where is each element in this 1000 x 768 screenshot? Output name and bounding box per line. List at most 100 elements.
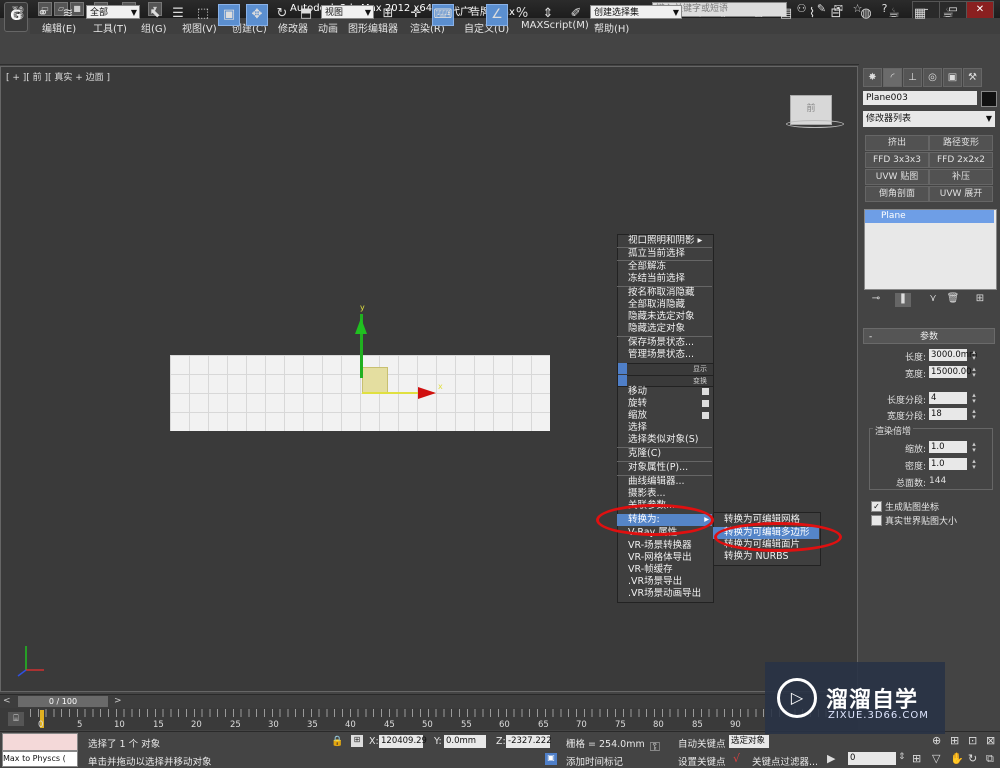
qm-move-settings-icon[interactable] — [702, 388, 709, 395]
qm-select-similar[interactable]: 选择类似对象(S) — [617, 434, 712, 446]
select-and-move-icon[interactable]: ✥ — [246, 4, 268, 26]
viewport-label[interactable]: [ + ][ 前 ][ 真实 + 边面 ] — [6, 70, 110, 83]
render-setup-icon[interactable]: ☕ — [884, 4, 904, 24]
set-key-button[interactable]: 设置关键点 — [678, 754, 726, 768]
absolute-mode-icon[interactable]: ⊞ — [351, 735, 363, 747]
window-crossing-icon[interactable]: ▣ — [218, 4, 240, 26]
maxscript-output[interactable]: Max to Physcs ( — [2, 751, 78, 767]
object-name-field[interactable]: Plane003 — [863, 91, 977, 105]
real-world-checkbox[interactable] — [871, 515, 882, 526]
qm-vr-scene-converter[interactable]: VR-场景转换器 — [617, 540, 712, 552]
qm-curve-editor[interactable]: 曲线编辑器... — [617, 476, 712, 488]
selection-filter-dropdown[interactable]: 全部 ▼ — [86, 5, 140, 19]
modifier-list-dropdown[interactable]: 修改器列表 ▼ — [863, 111, 995, 127]
zoom-extents-icon[interactable]: ⊡ — [968, 734, 977, 747]
key-icon[interactable]: ⚿ — [650, 740, 660, 755]
zoom-extents-all-icon[interactable]: ⊠ — [986, 734, 995, 747]
add-time-tag[interactable]: 添加时间标记 — [566, 754, 623, 768]
move-gizmo-plane-handle[interactable] — [362, 367, 388, 393]
modifier-stack-item[interactable]: Plane — [865, 210, 994, 223]
utilities-tab-icon[interactable]: ⚒ — [963, 68, 982, 87]
keyboard-shortcut-override-icon[interactable]: ⌨ — [432, 4, 454, 26]
qm-unhide-all[interactable]: 全部取消隐藏 — [617, 299, 712, 311]
schematic-view-icon[interactable]: ⊟ — [826, 4, 846, 24]
z-coordinate-field[interactable]: -2327.222 — [506, 735, 552, 748]
qm-object-properties[interactable]: 对象属性(P)... — [617, 462, 712, 474]
pan-icon[interactable]: ✋ — [950, 752, 964, 765]
make-unique-icon[interactable]: ⋎ — [925, 293, 941, 307]
qm-freeze-selection[interactable]: 冻结当前选择 — [617, 273, 712, 285]
pivot-center-icon[interactable]: ⊞ — [378, 4, 398, 24]
density-spinner[interactable]: ▴ ▾ — [971, 458, 977, 471]
qm-unhide-by-name[interactable]: 按名称取消隐藏 — [617, 287, 712, 299]
modifier-button-extrude[interactable]: 挤出 — [865, 135, 929, 151]
time-next-icon[interactable]: > — [114, 696, 122, 706]
unlink-icon[interactable]: ⚭ — [33, 4, 53, 24]
time-slider-thumb[interactable]: 0 / 100 — [18, 696, 108, 707]
motion-tab-icon[interactable]: ◎ — [923, 68, 942, 87]
qm-save-scene-state[interactable]: 保存场景状态... — [617, 337, 712, 349]
qm-viewport-lighting[interactable]: 视口照明和阴影 ▸ — [617, 235, 712, 247]
menu-help[interactable]: 帮助(H) — [594, 20, 629, 35]
menu-tools[interactable]: 工具(T) — [93, 20, 127, 35]
qm-dope-sheet[interactable]: 摄影表... — [617, 488, 712, 500]
qm-scale[interactable]: 缩放 — [617, 410, 712, 422]
current-frame-field[interactable]: 0 — [848, 752, 896, 765]
hierarchy-tab-icon[interactable]: ⊥ — [903, 68, 922, 87]
snaps-toggle-icon[interactable]: ³ — [460, 4, 480, 24]
scale-field[interactable]: 1.0 — [929, 441, 967, 453]
create-tab-icon[interactable]: ✸ — [863, 68, 882, 87]
mini-curve-editor-icon[interactable]: ⌸ — [8, 712, 24, 726]
named-selection-dropdown[interactable]: 创建选择集 ▼ — [590, 5, 682, 19]
remove-modifier-icon[interactable]: 🗑 — [945, 293, 961, 307]
x-coordinate-field[interactable]: 120409.29 — [379, 735, 427, 748]
length-spinner[interactable]: ▴ ▾ — [971, 349, 977, 362]
zoom-icon[interactable]: ⊕ — [932, 734, 941, 747]
modifier-button-ffd3[interactable]: FFD 3x3x3 — [865, 152, 929, 168]
select-and-link-icon[interactable]: ⛓ — [8, 4, 28, 24]
zoom-all-icon[interactable]: ⊞ — [950, 734, 959, 747]
spinner-snap-icon[interactable]: ⇕ — [538, 4, 558, 24]
qm-move[interactable]: 移动 — [617, 386, 712, 398]
modifier-button-bevel-profile[interactable]: 倒角剖面 — [865, 186, 929, 202]
length-segs-field[interactable]: 4 — [929, 392, 967, 404]
qm-isolate-selection[interactable]: 孤立当前选择 — [617, 248, 712, 260]
modifier-button-path-deform[interactable]: 路径变形 — [929, 135, 993, 151]
modifier-button-uvw-map[interactable]: UVW 贴图 — [865, 169, 929, 185]
time-tag-icon[interactable]: ▣ — [545, 753, 557, 765]
qm-rotate-settings-icon[interactable] — [702, 400, 709, 407]
rect-selection-region-icon[interactable]: ⬚ — [193, 4, 213, 24]
qm-vr-frame-buffer[interactable]: VR-帧缓存 — [617, 564, 712, 576]
length-segs-spinner[interactable]: ▴ ▾ — [971, 392, 977, 405]
qm-hide-unselected[interactable]: 隐藏未选定对象 — [617, 311, 712, 323]
select-and-scale-icon[interactable]: ⬒ — [296, 4, 316, 24]
time-slider[interactable] — [0, 694, 858, 709]
gen-uv-checkbox[interactable]: ✓ — [871, 501, 882, 512]
material-editor-icon[interactable]: ◍ — [856, 4, 876, 24]
qm-vr-scene-export[interactable]: .VR场景导出 — [617, 576, 712, 588]
qm-select[interactable]: 选择 — [617, 422, 712, 434]
field-of-view-icon[interactable]: ▽ — [932, 752, 940, 765]
modify-tab-icon[interactable]: ◜ — [883, 68, 902, 87]
move-gizmo-y-arrow[interactable] — [355, 318, 367, 334]
curve-editor-icon[interactable]: ⌇ — [802, 4, 822, 24]
close-button[interactable]: ✕ — [966, 1, 994, 19]
modifier-button-unwrap-uvw[interactable]: UVW 展开 — [929, 186, 993, 202]
graphite-ribbon-icon[interactable]: ▤ — [776, 4, 796, 24]
configure-sets-icon[interactable]: ⊞ — [972, 293, 988, 307]
width-segs-field[interactable]: 18 — [929, 408, 967, 420]
maximize-viewport-icon[interactable]: ⧉ — [986, 752, 994, 766]
qm-vr-mesh-export[interactable]: VR-网格体导出 — [617, 552, 712, 564]
qm-unfreeze-all[interactable]: 全部解冻 — [617, 261, 712, 273]
orbit-icon[interactable]: ↻ — [968, 752, 977, 765]
key-filters-button[interactable]: 关键点过滤器... — [752, 754, 818, 768]
time-prev-icon[interactable]: < — [3, 696, 11, 706]
display-tab-icon[interactable]: ▣ — [943, 68, 962, 87]
reference-coordinate-dropdown[interactable]: 视图 ▼ — [321, 5, 374, 19]
render-production-icon[interactable]: ☕ — [938, 4, 958, 24]
length-field[interactable]: 3000.0mm — [929, 349, 977, 361]
pin-stack-icon[interactable]: ⊸ — [868, 293, 884, 307]
bind-space-warp-icon[interactable]: ≋ — [58, 4, 78, 24]
width-spinner[interactable]: ▴ ▾ — [971, 366, 977, 379]
select-and-manipulate-icon[interactable]: ✛ — [406, 4, 426, 24]
